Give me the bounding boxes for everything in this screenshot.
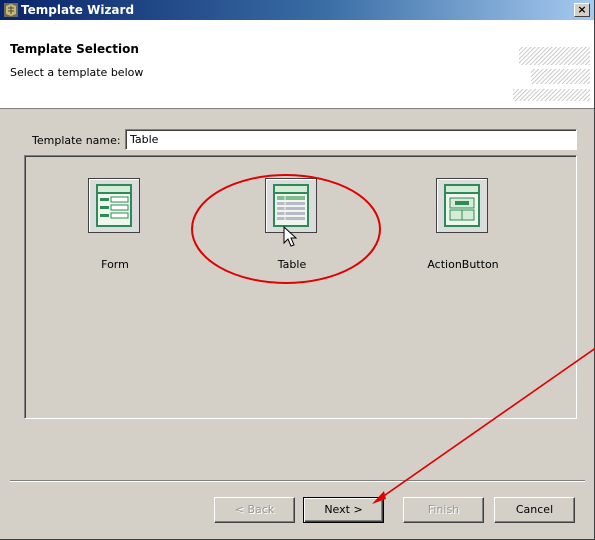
template-item-form[interactable]: Form bbox=[60, 178, 170, 288]
next-button[interactable]: Next > bbox=[303, 497, 384, 523]
template-label-actionbutton: ActionButton bbox=[427, 258, 499, 271]
wizard-app-icon bbox=[4, 3, 18, 17]
template-item-actionbutton[interactable]: ActionButton bbox=[408, 178, 518, 288]
template-label-table: Table bbox=[277, 258, 307, 271]
wizard-header: Template Selection Select a template bel… bbox=[0, 20, 594, 109]
form-template-tile bbox=[88, 178, 140, 233]
template-name-label: Template name: bbox=[32, 134, 121, 147]
table-template-tile bbox=[265, 178, 317, 233]
wizard-banner-art-icon bbox=[513, 47, 590, 101]
button-bar-separator bbox=[10, 480, 585, 482]
action-button-template-icon bbox=[444, 184, 480, 227]
page-title: Template Selection bbox=[10, 42, 139, 56]
template-label-form: Form bbox=[101, 258, 129, 271]
page-subtitle: Select a template below bbox=[10, 66, 144, 79]
close-button[interactable]: × bbox=[574, 3, 590, 17]
action-button-template-tile bbox=[436, 178, 488, 233]
close-icon: × bbox=[577, 3, 587, 16]
template-wizard-window: Template Wizard × Template Selection Sel… bbox=[0, 0, 595, 540]
template-gallery: Form Table ActionButton bbox=[24, 155, 577, 419]
table-template-icon bbox=[273, 184, 309, 227]
title-bar[interactable]: Template Wizard × bbox=[0, 0, 594, 20]
form-template-icon bbox=[96, 184, 132, 227]
window-title: Template Wizard bbox=[21, 3, 135, 17]
cancel-button[interactable]: Cancel bbox=[494, 497, 575, 523]
template-item-table[interactable]: Table bbox=[237, 178, 347, 288]
template-name-input[interactable] bbox=[125, 129, 577, 150]
finish-button[interactable]: Finish bbox=[403, 497, 484, 523]
back-button[interactable]: < Back bbox=[214, 497, 295, 523]
